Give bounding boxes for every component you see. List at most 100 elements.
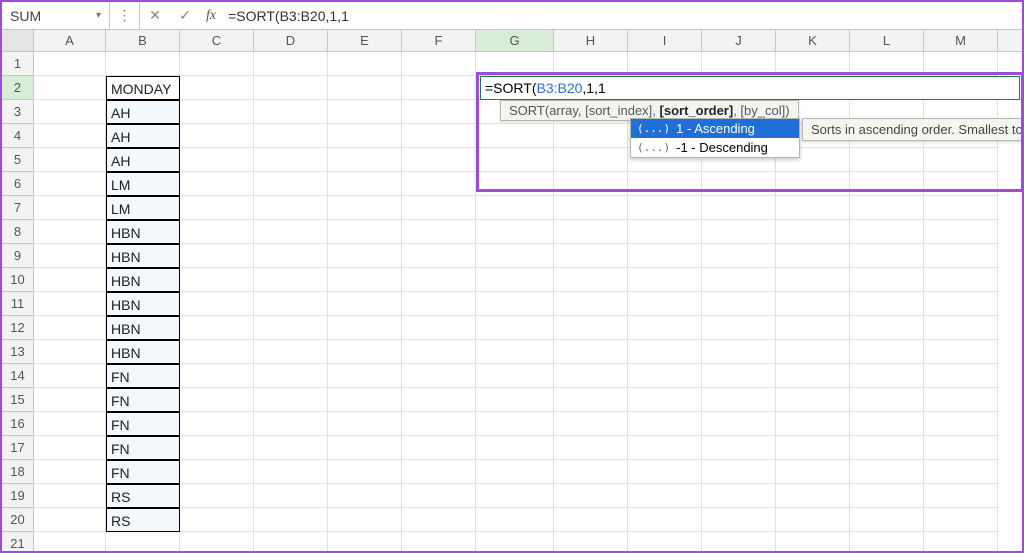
- cell-E11[interactable]: [328, 292, 402, 316]
- cell-H20[interactable]: [554, 508, 628, 532]
- cell-H6[interactable]: [554, 172, 628, 196]
- cell-G16[interactable]: [476, 412, 554, 436]
- cell-A17[interactable]: [34, 436, 106, 460]
- cell-I21[interactable]: [628, 532, 702, 551]
- cell-K10[interactable]: [776, 268, 850, 292]
- cell-E2[interactable]: [328, 76, 402, 100]
- cell-M1[interactable]: [924, 52, 998, 76]
- cell-C4[interactable]: [180, 124, 254, 148]
- cell-I8[interactable]: [628, 220, 702, 244]
- cell-B14[interactable]: FN: [106, 364, 180, 388]
- cell-C9[interactable]: [180, 244, 254, 268]
- cell-K12[interactable]: [776, 316, 850, 340]
- cell-C1[interactable]: [180, 52, 254, 76]
- cell-I12[interactable]: [628, 316, 702, 340]
- cell-M13[interactable]: [924, 340, 998, 364]
- cell-C21[interactable]: [180, 532, 254, 551]
- cell-C8[interactable]: [180, 220, 254, 244]
- row-header-12[interactable]: 12: [2, 316, 34, 340]
- cell-E19[interactable]: [328, 484, 402, 508]
- cell-J15[interactable]: [702, 388, 776, 412]
- cell-F9[interactable]: [402, 244, 476, 268]
- cell-E1[interactable]: [328, 52, 402, 76]
- cell-L14[interactable]: [850, 364, 924, 388]
- column-header-j[interactable]: J: [702, 30, 776, 51]
- cell-C3[interactable]: [180, 100, 254, 124]
- cell-B12[interactable]: HBN: [106, 316, 180, 340]
- cell-J8[interactable]: [702, 220, 776, 244]
- cell-K1[interactable]: [776, 52, 850, 76]
- cell-B5[interactable]: AH: [106, 148, 180, 172]
- cell-M11[interactable]: [924, 292, 998, 316]
- cell-E7[interactable]: [328, 196, 402, 220]
- cell-H10[interactable]: [554, 268, 628, 292]
- cell-F10[interactable]: [402, 268, 476, 292]
- cell-L15[interactable]: [850, 388, 924, 412]
- cell-D6[interactable]: [254, 172, 328, 196]
- cell-M21[interactable]: [924, 532, 998, 551]
- cell-E13[interactable]: [328, 340, 402, 364]
- cell-J18[interactable]: [702, 460, 776, 484]
- cell-E12[interactable]: [328, 316, 402, 340]
- cell-F17[interactable]: [402, 436, 476, 460]
- cell-I18[interactable]: [628, 460, 702, 484]
- cell-D10[interactable]: [254, 268, 328, 292]
- cell-D16[interactable]: [254, 412, 328, 436]
- column-header-a[interactable]: A: [34, 30, 106, 51]
- cell-B3[interactable]: AH: [106, 100, 180, 124]
- cell-H1[interactable]: [554, 52, 628, 76]
- formula-bar-input[interactable]: =SORT(B3:B20,1,1: [222, 2, 1022, 29]
- column-header-h[interactable]: H: [554, 30, 628, 51]
- cell-A13[interactable]: [34, 340, 106, 364]
- cell-L9[interactable]: [850, 244, 924, 268]
- row-header-18[interactable]: 18: [2, 460, 34, 484]
- cell-L20[interactable]: [850, 508, 924, 532]
- cell-M12[interactable]: [924, 316, 998, 340]
- cell-D17[interactable]: [254, 436, 328, 460]
- cell-H15[interactable]: [554, 388, 628, 412]
- row-header-20[interactable]: 20: [2, 508, 34, 532]
- cell-A3[interactable]: [34, 100, 106, 124]
- cell-D3[interactable]: [254, 100, 328, 124]
- cell-E4[interactable]: [328, 124, 402, 148]
- cell-G12[interactable]: [476, 316, 554, 340]
- cell-A20[interactable]: [34, 508, 106, 532]
- cell-L11[interactable]: [850, 292, 924, 316]
- column-header-d[interactable]: D: [254, 30, 328, 51]
- cell-D1[interactable]: [254, 52, 328, 76]
- cell-G4[interactable]: [476, 124, 554, 148]
- cell-K7[interactable]: [776, 196, 850, 220]
- cell-H11[interactable]: [554, 292, 628, 316]
- cell-M15[interactable]: [924, 388, 998, 412]
- cell-M17[interactable]: [924, 436, 998, 460]
- cell-M19[interactable]: [924, 484, 998, 508]
- cell-G18[interactable]: [476, 460, 554, 484]
- cell-G7[interactable]: [476, 196, 554, 220]
- cell-F12[interactable]: [402, 316, 476, 340]
- cell-H17[interactable]: [554, 436, 628, 460]
- cell-D13[interactable]: [254, 340, 328, 364]
- cell-J17[interactable]: [702, 436, 776, 460]
- cell-J1[interactable]: [702, 52, 776, 76]
- cell-I13[interactable]: [628, 340, 702, 364]
- row-header-6[interactable]: 6: [2, 172, 34, 196]
- cell-J11[interactable]: [702, 292, 776, 316]
- column-header-i[interactable]: I: [628, 30, 702, 51]
- cell-K19[interactable]: [776, 484, 850, 508]
- row-header-7[interactable]: 7: [2, 196, 34, 220]
- enter-formula-button[interactable]: ✓: [170, 2, 200, 29]
- cell-B19[interactable]: RS: [106, 484, 180, 508]
- cell-I20[interactable]: [628, 508, 702, 532]
- cell-D9[interactable]: [254, 244, 328, 268]
- cell-J21[interactable]: [702, 532, 776, 551]
- cell-M7[interactable]: [924, 196, 998, 220]
- cell-J16[interactable]: [702, 412, 776, 436]
- cell-E14[interactable]: [328, 364, 402, 388]
- cell-L1[interactable]: [850, 52, 924, 76]
- cell-H9[interactable]: [554, 244, 628, 268]
- cell-G11[interactable]: [476, 292, 554, 316]
- cell-F13[interactable]: [402, 340, 476, 364]
- cell-A16[interactable]: [34, 412, 106, 436]
- row-header-17[interactable]: 17: [2, 436, 34, 460]
- cell-F16[interactable]: [402, 412, 476, 436]
